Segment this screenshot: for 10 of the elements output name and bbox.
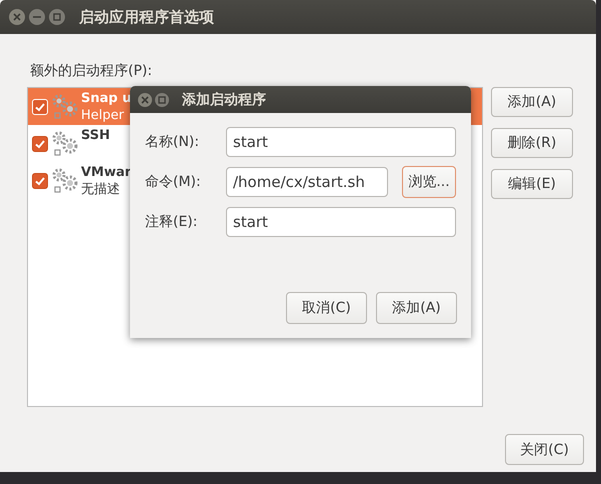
field-label: 注释(E): [145, 213, 198, 231]
program-name: SSH [81, 127, 110, 144]
program-description: 无描述 [81, 181, 121, 198]
field-label: 名称(N): [145, 133, 200, 151]
window-title: 启动应用程序首选项 [79, 8, 214, 26]
field-label: 命令(M): [145, 173, 202, 191]
program-name: VMwar [81, 164, 132, 181]
dialog-title: 添加启动程序 [182, 90, 266, 108]
list-label: 额外的启动程序(P): [30, 62, 154, 80]
program-description: Helper [81, 107, 125, 124]
